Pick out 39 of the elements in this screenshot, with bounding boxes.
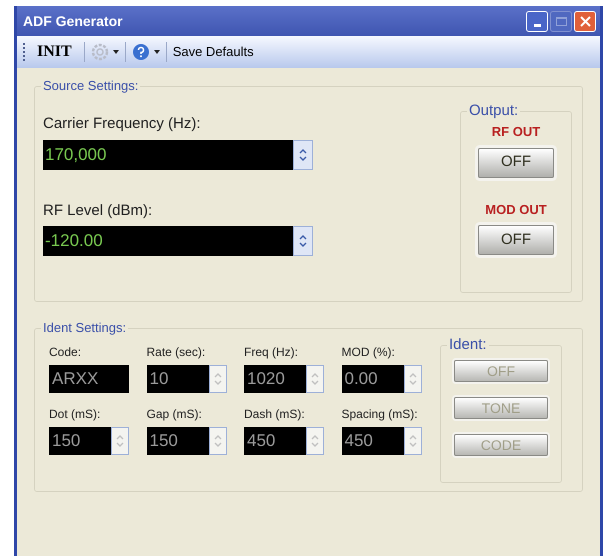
close-icon — [580, 16, 590, 26]
init-button[interactable]: INIT — [31, 40, 78, 64]
spin-arrows-icon — [311, 371, 319, 387]
close-button[interactable] — [574, 10, 596, 32]
spin-button[interactable] — [208, 365, 226, 393]
field-label: Rate (sec): — [146, 344, 206, 361]
field-label: Dot (mS): — [49, 406, 102, 423]
window-title: ADF Generator — [23, 12, 123, 30]
save-defaults-button[interactable]: Save Defaults — [172, 42, 254, 62]
caret-icon — [112, 50, 119, 54]
help-icon — [132, 43, 150, 61]
spin-arrows-icon — [214, 371, 222, 387]
field-label: Carrier Frequency (Hz): — [43, 114, 202, 134]
field-label: Gap (mS): — [146, 406, 203, 423]
field-label: Code: — [49, 344, 82, 361]
help-dropdown[interactable] — [132, 43, 160, 61]
spin-arrows-icon — [116, 433, 124, 449]
spin-arrows-icon — [214, 433, 222, 449]
group-title: Output: — [467, 102, 520, 120]
spin-button[interactable] — [404, 427, 422, 455]
spin-arrows-icon — [408, 433, 416, 449]
field-label: Freq (Hz): — [244, 344, 299, 361]
output-toggle-button[interactable]: OFF — [478, 225, 554, 255]
channel-label: MOD OUT — [485, 200, 547, 218]
spin-arrows-icon — [299, 146, 307, 162]
field-label: RF Level (dBm): — [43, 200, 154, 220]
minimize-button[interactable] — [526, 10, 548, 32]
spin-button[interactable] — [208, 427, 226, 455]
channel-label: RF OUT — [492, 123, 540, 141]
spin-arrows-icon — [311, 433, 319, 449]
gear-dropdown[interactable] — [90, 43, 119, 61]
field-label: Dash (mS): — [244, 406, 306, 423]
gear-icon — [90, 43, 109, 61]
spin-button[interactable] — [404, 365, 422, 393]
field-label: MOD (%): — [342, 344, 396, 361]
caret-icon — [154, 50, 160, 54]
spin-arrows-icon — [408, 371, 416, 387]
spin-arrows-icon — [299, 233, 307, 249]
field-label: Spacing (mS): — [342, 406, 419, 423]
